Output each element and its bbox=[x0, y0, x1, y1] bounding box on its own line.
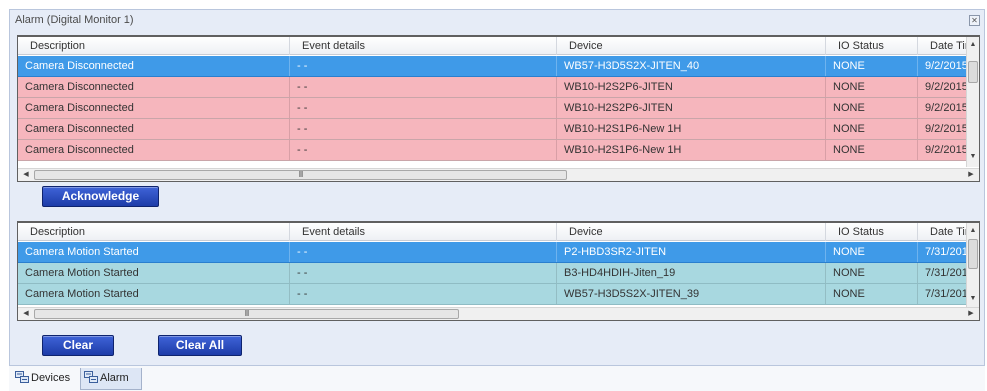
scroll-down-icon[interactable]: ▼ bbox=[967, 151, 979, 163]
cell-description: Camera Disconnected bbox=[18, 140, 290, 160]
scroll-left-icon[interactable]: ◀ bbox=[20, 169, 32, 181]
cell-event-details: - - bbox=[290, 140, 557, 160]
panel-title: Alarm (Digital Monitor 1) bbox=[15, 14, 134, 26]
scroll-thumb[interactable] bbox=[968, 61, 978, 83]
grid-header: Description Event details Device IO Stat… bbox=[18, 223, 979, 241]
cell-io-status: NONE bbox=[826, 242, 918, 262]
column-header-io-status[interactable]: IO Status bbox=[826, 37, 918, 55]
cell-event-details: - - bbox=[290, 119, 557, 139]
scroll-thumb[interactable]: III bbox=[34, 170, 567, 180]
clear-all-button[interactable]: Clear All bbox=[158, 335, 242, 356]
table-row[interactable]: Camera Disconnected - - WB10-H2S1P6-New 1H… bbox=[18, 140, 968, 161]
cell-device: WB10-H2S1P6-New 1H bbox=[557, 119, 826, 139]
tab-alarm-label: Alarm bbox=[100, 372, 129, 384]
column-header-event-details[interactable]: Event details bbox=[290, 37, 557, 55]
scroll-left-icon[interactable]: ◀ bbox=[20, 308, 32, 320]
table-row[interactable]: Camera Disconnected - - WB10-H2S2P6-JITEN N… bbox=[18, 98, 968, 119]
table-row[interactable]: Camera Motion Started - - B3-HD4HDIH-Jiten… bbox=[18, 263, 968, 284]
vertical-scrollbar[interactable]: ▲ ▼ bbox=[966, 37, 979, 167]
table-row[interactable]: Camera Disconnected - - WB10-H2S2P6-JITEN N… bbox=[18, 77, 968, 98]
motion-grid: Description Event details Device IO Stat… bbox=[17, 221, 980, 321]
cell-io-status: NONE bbox=[826, 98, 918, 118]
cell-device: B3-HD4HDIH-Jiten_19 bbox=[557, 263, 826, 283]
alarm-icon bbox=[84, 371, 98, 383]
scroll-up-icon[interactable]: ▲ bbox=[967, 39, 979, 51]
acknowledge-button[interactable]: Acknowledge bbox=[42, 186, 159, 207]
devices-icon bbox=[15, 371, 29, 383]
table-row[interactable]: Camera Disconnected - - WB10-H2S1P6-New 1H… bbox=[18, 119, 968, 140]
cell-device: WB10-H2S1P6-New 1H bbox=[557, 140, 826, 160]
horizontal-scrollbar[interactable]: ◀ III ▶ bbox=[18, 307, 979, 320]
tab-alarm[interactable]: Alarm bbox=[80, 368, 142, 390]
tab-devices-label: Devices bbox=[31, 372, 71, 384]
cell-event-details: - - bbox=[290, 284, 557, 304]
scroll-down-icon[interactable]: ▼ bbox=[967, 293, 979, 305]
table-row[interactable]: Camera Motion Started - - WB57-H3D5S2X-JIT… bbox=[18, 284, 968, 305]
cell-event-details: - - bbox=[290, 98, 557, 118]
horizontal-scrollbar[interactable]: ◀ III ▶ bbox=[18, 168, 979, 181]
cell-event-details: - - bbox=[290, 242, 557, 262]
column-header-io-status[interactable]: IO Status bbox=[826, 223, 918, 241]
scroll-up-icon[interactable]: ▲ bbox=[967, 225, 979, 237]
cell-description: Camera Motion Started bbox=[18, 263, 290, 283]
cell-description: Camera Disconnected bbox=[18, 119, 290, 139]
table-row[interactable]: Camera Disconnected - - WB57-H3D5S2X-JITEN… bbox=[18, 56, 968, 77]
clear-button[interactable]: Clear bbox=[42, 335, 114, 356]
cell-device: WB10-H2S2P6-JITEN bbox=[557, 98, 826, 118]
cell-device: WB10-H2S2P6-JITEN bbox=[557, 77, 826, 97]
scroll-thumb[interactable]: III bbox=[34, 309, 459, 319]
cell-device: WB57-H3D5S2X-JITEN_40 bbox=[557, 56, 826, 76]
vertical-scrollbar[interactable]: ▲ ▼ bbox=[966, 223, 979, 307]
grid-header: Description Event details Device IO Stat… bbox=[18, 37, 979, 55]
cell-event-details: - - bbox=[290, 263, 557, 283]
cell-description: Camera Motion Started bbox=[18, 242, 290, 262]
cell-io-status: NONE bbox=[826, 77, 918, 97]
cell-device: WB57-H3D5S2X-JITEN_39 bbox=[557, 284, 826, 304]
panel-close-icon[interactable]: ✕ bbox=[969, 15, 980, 26]
cell-io-status: NONE bbox=[826, 119, 918, 139]
column-header-event-details[interactable]: Event details bbox=[290, 223, 557, 241]
cell-description: Camera Disconnected bbox=[18, 77, 290, 97]
cell-io-status: NONE bbox=[826, 263, 918, 283]
tab-devices[interactable]: Devices bbox=[12, 368, 78, 390]
cell-device: P2-HBD3SR2-JITEN bbox=[557, 242, 826, 262]
cell-description: Camera Motion Started bbox=[18, 284, 290, 304]
cell-io-status: NONE bbox=[826, 56, 918, 76]
scroll-right-icon[interactable]: ▶ bbox=[965, 308, 977, 320]
cell-event-details: - - bbox=[290, 56, 557, 76]
column-header-description[interactable]: Description bbox=[18, 37, 290, 55]
cell-io-status: NONE bbox=[826, 140, 918, 160]
cell-io-status: NONE bbox=[826, 284, 918, 304]
table-row[interactable]: Camera Motion Started - - P2-HBD3SR2-JITEN… bbox=[18, 242, 968, 263]
cell-description: Camera Disconnected bbox=[18, 98, 290, 118]
alarm-grid: Description Event details Device IO Stat… bbox=[17, 35, 980, 182]
cell-description: Camera Disconnected bbox=[18, 56, 290, 76]
scroll-thumb[interactable] bbox=[968, 239, 978, 269]
column-header-device[interactable]: Device bbox=[557, 37, 826, 55]
cell-event-details: - - bbox=[290, 77, 557, 97]
scroll-right-icon[interactable]: ▶ bbox=[965, 169, 977, 181]
bottom-tab-bar: Devices Alarm bbox=[9, 366, 985, 391]
motion-rows: Camera Motion Started - - P2-HBD3SR2-JITEN… bbox=[18, 242, 968, 305]
alarm-rows: Camera Disconnected - - WB57-H3D5S2X-JITEN… bbox=[18, 56, 968, 161]
column-header-description[interactable]: Description bbox=[18, 223, 290, 241]
column-header-device[interactable]: Device bbox=[557, 223, 826, 241]
